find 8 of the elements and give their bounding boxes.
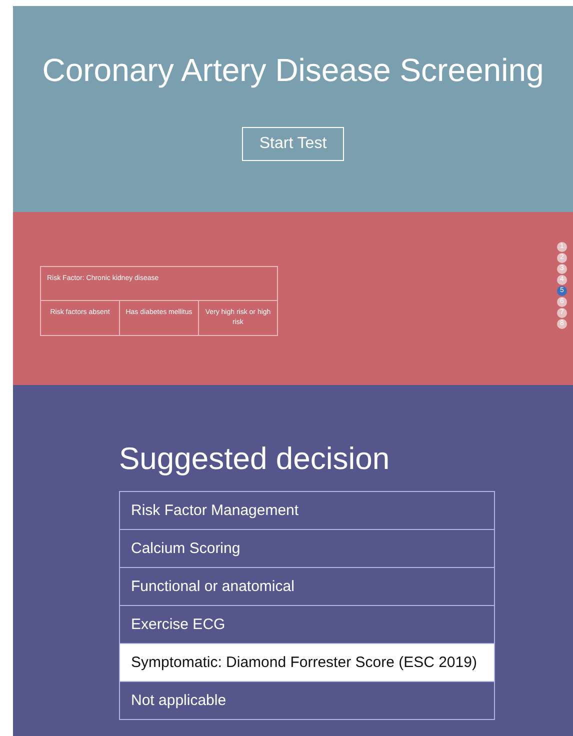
decision-option[interactable]: Functional or anatomical: [120, 567, 494, 605]
start-test-button[interactable]: Start Test: [242, 127, 344, 161]
decision-option[interactable]: Calcium Scoring: [120, 529, 494, 567]
page-title: Coronary Artery Disease Screening: [42, 52, 544, 89]
decision-option[interactable]: Not applicable: [120, 681, 494, 719]
section-title: Suggested decision: [119, 441, 391, 477]
decision-option[interactable]: Symptomatic: Diamond Forrester Score (ESC 2019): [120, 643, 494, 681]
decision-option[interactable]: Risk Factor Management: [120, 492, 494, 529]
